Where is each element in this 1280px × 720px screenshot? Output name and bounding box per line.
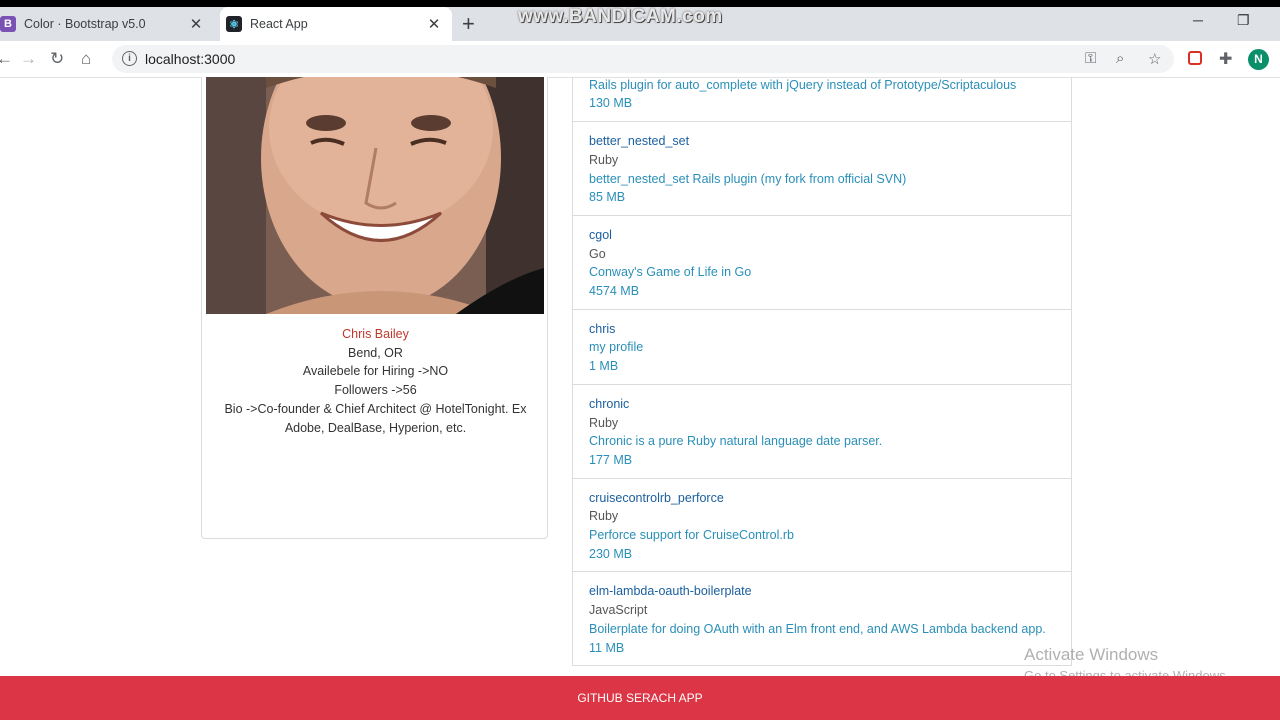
bootstrap-favicon-icon: B [0, 16, 16, 32]
tab-bootstrap[interactable]: B Color · Bootstrap v5.0 ✕ [0, 7, 214, 41]
repo-item: chris my profile 1 MB [573, 310, 1071, 385]
repo-item: elm-lambda-oauth-boilerplate JavaScript … [573, 572, 1071, 667]
site-info-icon[interactable]: i [122, 51, 137, 66]
extension-shield-icon[interactable] [1188, 51, 1202, 65]
repo-language: JavaScript [589, 603, 648, 618]
profile-photo [206, 77, 544, 314]
minimize-icon[interactable]: ─ [1193, 12, 1203, 28]
repo-item: cgol Go Conway's Game of Life in Go 4574… [573, 216, 1071, 310]
back-icon[interactable]: ← [0, 49, 13, 69]
repo-size: 230 MB [589, 546, 633, 561]
profile-card: Chris Bailey Bend, OR Availebele for Hir… [201, 77, 548, 539]
repo-item: better_nested_set Ruby better_nested_set… [573, 122, 1071, 216]
repo-description: Conway's Game of Life in Go [589, 265, 752, 280]
repo-language: Ruby [589, 415, 619, 430]
bookmark-star-icon[interactable]: ☆ [1148, 50, 1161, 68]
repo-list: Rails plugin for auto_complete with jQue… [572, 77, 1072, 667]
repo-description: better_nested_set Rails plugin (my fork … [589, 171, 907, 186]
profile-location: Bend, OR [348, 345, 403, 360]
repo-description: Boilerplate for doing OAuth with an Elm … [589, 621, 1046, 636]
restore-icon[interactable]: ❐ [1237, 12, 1250, 29]
repo-size: 1 MB [589, 359, 619, 374]
react-favicon-icon: ⚛ [226, 16, 242, 32]
home-icon[interactable]: ⌂ [81, 49, 91, 69]
profile-hiring: Availebele for Hiring ->NO [302, 364, 449, 379]
browser-toolbar: ← → ↻ ⌂ i localhost:3000 ⚿ ⌕ ☆ ✚ N [0, 41, 1280, 78]
app-footer: GITHUB SERACH APP [0, 676, 1280, 720]
tab-react-app[interactable]: ⚛ React App ✕ [220, 7, 452, 41]
key-icon[interactable]: ⚿ [1085, 50, 1096, 67]
repo-language: Go [589, 246, 606, 261]
profile-avatar[interactable]: N [1248, 49, 1269, 70]
repo-size: 177 MB [589, 452, 633, 467]
repo-item: Rails plugin for auto_complete with jQue… [573, 77, 1071, 123]
close-tab-icon[interactable]: ✕ [186, 15, 206, 33]
reload-icon[interactable]: ↻ [50, 49, 64, 69]
new-tab-button[interactable]: + [462, 12, 475, 36]
profile-photo-illustration [206, 77, 544, 314]
profile-followers: Followers ->56 [334, 383, 417, 398]
repo-name[interactable]: cgol [589, 226, 1055, 245]
repo-description: Rails plugin for auto_complete with jQue… [589, 77, 1017, 92]
repo-size: 11 MB [589, 640, 625, 655]
profile-name[interactable]: Chris Bailey [216, 325, 535, 344]
repo-name[interactable]: elm-lambda-oauth-boilerplate [589, 582, 1055, 601]
repo-size: 85 MB [589, 190, 626, 205]
profile-bio: Bio ->Co-founder & Chief Architect @ Hot… [224, 401, 527, 435]
close-tab-icon[interactable]: ✕ [424, 15, 444, 33]
extensions-puzzle-icon[interactable]: ✚ [1219, 49, 1232, 69]
repo-item: chronic Ruby Chronic is a pure Ruby natu… [573, 385, 1071, 479]
repo-item: cruisecontrolrb_perforce Ruby Perforce s… [573, 479, 1071, 573]
repo-description: Chronic is a pure Ruby natural language … [589, 434, 883, 449]
repo-name[interactable]: cruisecontrolrb_perforce [589, 489, 1055, 508]
repo-size: 130 MB [589, 96, 633, 111]
tab-title: Color · Bootstrap v5.0 [24, 17, 146, 31]
browser-tab-strip: B Color · Bootstrap v5.0 ✕ ⚛ React App ✕… [0, 0, 1280, 41]
repo-language: Ruby [589, 152, 619, 167]
repo-size: 4574 MB [589, 284, 640, 299]
zoom-icon[interactable]: ⌕ [1116, 50, 1124, 67]
activate-windows-title: Activate Windows [1024, 645, 1159, 664]
recorder-watermark: www.BANDICAM.com [518, 6, 723, 27]
repo-description: Perforce support for CruiseControl.rb [589, 528, 794, 543]
repo-name[interactable]: chris [589, 320, 1055, 339]
repo-language: Ruby [589, 509, 619, 524]
repo-name[interactable]: chronic [589, 395, 1055, 414]
footer-title: GITHUB SERACH APP [577, 691, 703, 705]
url-text[interactable]: localhost:3000 [145, 51, 235, 67]
repo-name[interactable]: better_nested_set [589, 132, 1055, 151]
tab-title: React App [250, 17, 308, 31]
forward-icon[interactable]: → [20, 49, 37, 69]
address-bar[interactable]: i localhost:3000 ⚿ ⌕ ☆ [112, 45, 1174, 73]
repo-description: my profile [589, 340, 644, 355]
page-content: Chris Bailey Bend, OR Availebele for Hir… [0, 77, 1280, 676]
profile-info: Chris Bailey Bend, OR Availebele for Hir… [216, 325, 535, 437]
